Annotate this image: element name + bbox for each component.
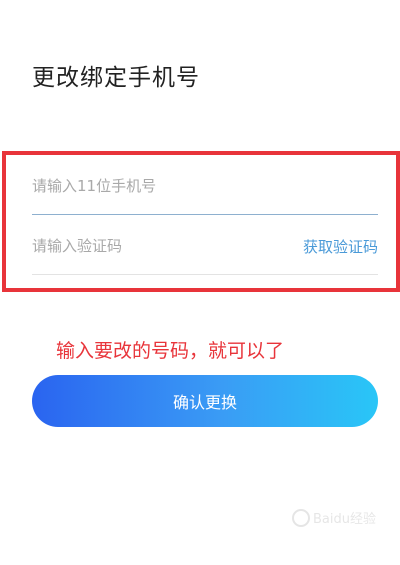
- get-code-button[interactable]: 获取验证码: [303, 236, 378, 257]
- verification-code-field[interactable]: 获取验证码: [32, 226, 378, 275]
- page-title: 更改绑定手机号: [32, 65, 200, 91]
- watermark: Baidu经验: [292, 508, 376, 527]
- confirm-change-button[interactable]: 确认更换: [32, 375, 378, 427]
- verification-code-input[interactable]: [32, 234, 262, 258]
- baidu-paw-icon: [292, 508, 310, 527]
- phone-input[interactable]: [32, 174, 262, 198]
- phone-field[interactable]: [32, 166, 378, 215]
- annotation-text: 输入要改的号码，就可以了: [56, 340, 285, 362]
- watermark-text: Baidu经验: [313, 512, 376, 527]
